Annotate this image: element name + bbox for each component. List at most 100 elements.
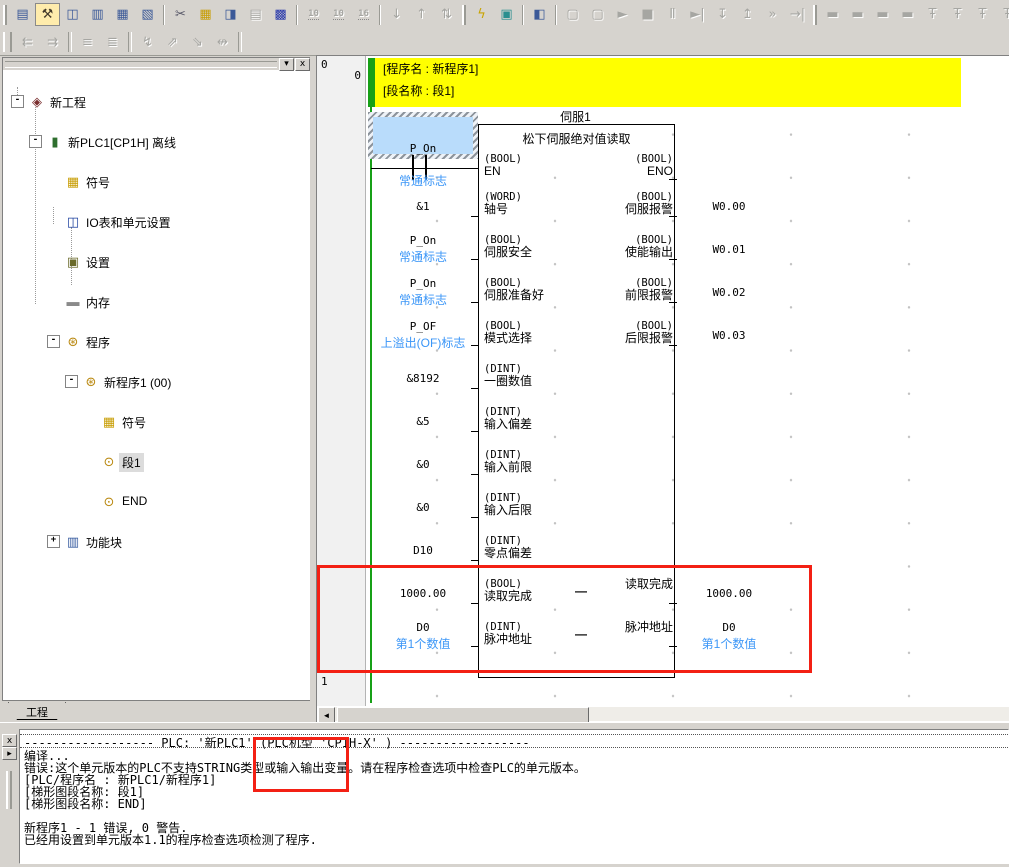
output-operand[interactable]: W0.03 bbox=[712, 329, 745, 342]
monitor-decimal-button[interactable]: 10 bbox=[301, 3, 326, 26]
symbol-table-button[interactable]: ▦ bbox=[193, 3, 218, 26]
online-edit-button[interactable]: ▣ bbox=[494, 3, 519, 26]
differentiate-button[interactable]: ↮ bbox=[210, 31, 235, 54]
tab-project[interactable]: 工程 bbox=[8, 702, 66, 720]
scan-run-button[interactable]: →| bbox=[785, 3, 810, 26]
input-operand[interactable]: 1000.00 bbox=[400, 587, 446, 600]
input-operand[interactable]: &1 bbox=[416, 200, 429, 213]
ladder-horizontal-scrollbar[interactable]: ◄ bbox=[318, 707, 1009, 721]
force-on-button[interactable]: ↯ bbox=[135, 31, 160, 54]
cross-reference-button[interactable]: ▥ bbox=[85, 3, 110, 26]
compile-button[interactable]: ⚒ bbox=[35, 3, 60, 26]
rung-list-button[interactable]: ≡ bbox=[75, 31, 100, 54]
fb-row[interactable]: &0 (DINT)输入后限 bbox=[369, 485, 779, 529]
edit-comment-button[interactable]: ▬ bbox=[895, 3, 920, 26]
output-next-button[interactable]: ▸ bbox=[2, 747, 17, 760]
panel-close-button[interactable]: x bbox=[295, 58, 310, 71]
dock-handle[interactable] bbox=[5, 61, 277, 68]
expander-icon[interactable]: - bbox=[11, 95, 24, 108]
new-contact-or-button[interactable]: Ŧ bbox=[945, 3, 970, 26]
fb-row[interactable]: &8192 (DINT)一圈数值 bbox=[369, 356, 779, 400]
watch-list-button[interactable]: ≣ bbox=[100, 31, 125, 54]
toolbar-grip[interactable] bbox=[462, 5, 466, 25]
fb-row[interactable]: &0 (DINT)输入前限 bbox=[369, 442, 779, 486]
fb-row[interactable]: &5 (DINT)输入偏差 bbox=[369, 399, 779, 443]
diagram-button[interactable]: ✂ bbox=[168, 3, 193, 26]
watch-window-button[interactable]: ◫ bbox=[60, 3, 85, 26]
toolbar-grip[interactable] bbox=[3, 32, 12, 52]
monitor-window-button[interactable]: ◧ bbox=[527, 3, 552, 26]
output-operand[interactable]: W0.00 bbox=[712, 200, 745, 213]
scrollbar-thumb[interactable] bbox=[337, 707, 589, 723]
project-workspace-button[interactable]: ▤ bbox=[10, 3, 35, 26]
fb-row[interactable]: P_On常通标志 (BOOL)伺服准备好 (BOOL)前限报警 W0.02 bbox=[369, 270, 779, 314]
expander-icon[interactable]: - bbox=[29, 135, 42, 148]
transfer-to-plc-button[interactable]: ↓ bbox=[384, 3, 409, 26]
indent-button[interactable]: ⇉ bbox=[40, 31, 65, 54]
fb-row[interactable]: &1 (WORD)轴号 (BOOL)伺服报警 W0.00 bbox=[369, 184, 779, 228]
toolbar-grip[interactable] bbox=[813, 5, 817, 25]
resume-monitoring-button[interactable]: ▢ bbox=[585, 3, 610, 26]
io-comment-button[interactable]: ▬ bbox=[820, 3, 845, 26]
input-operand[interactable]: P_OF bbox=[410, 320, 437, 333]
fb-instance-name[interactable]: 伺服1 bbox=[478, 108, 673, 125]
ladder-editor[interactable]: 0 0 1 [程序名 : 新程序1] [段名称 : 段1] 伺服1 松下伺服绝对… bbox=[316, 55, 1009, 724]
input-operand[interactable]: &8192 bbox=[406, 372, 439, 385]
fb-row[interactable]: P_OF上溢出(OF)标志 (BOOL)模式选择 (BOOL)后限报警 W0.0… bbox=[369, 313, 779, 357]
rung-comment-banner[interactable]: [程序名 : 新程序1] [段名称 : 段1] bbox=[375, 58, 961, 107]
mnemonic-view-button[interactable]: ▤ bbox=[243, 3, 268, 26]
panel-collapse-button[interactable]: ▾ bbox=[279, 58, 294, 71]
output-operand[interactable]: 1000.00 bbox=[706, 587, 752, 600]
contact-operand[interactable]: P_On bbox=[369, 142, 477, 155]
compile-output-text[interactable]: ------------------ PLC: '新PLC1' (PLC机型 '… bbox=[19, 729, 1009, 864]
mnemonic-editor-button[interactable]: ▩ bbox=[268, 3, 293, 26]
output-operand[interactable]: W0.01 bbox=[712, 243, 745, 256]
force-cancel-button[interactable]: ⇘ bbox=[185, 31, 210, 54]
fb-row-inout[interactable]: 1000.00 (BOOL)读取完成 — 读取完成 1000.00 bbox=[369, 571, 779, 615]
rung-comment-button[interactable]: ▬ bbox=[845, 3, 870, 26]
new-horizontal-button[interactable]: Ŧ bbox=[995, 3, 1009, 26]
step-run-button[interactable]: ►| bbox=[685, 3, 710, 26]
step-out-button[interactable]: ↥ bbox=[735, 3, 760, 26]
force-off-button[interactable]: ⇗ bbox=[160, 31, 185, 54]
pause-monitoring-button[interactable]: ▢ bbox=[560, 3, 585, 26]
continuous-step-button[interactable]: » bbox=[760, 3, 785, 26]
input-operand[interactable]: P_On bbox=[410, 277, 437, 290]
expander-icon[interactable]: - bbox=[47, 335, 60, 348]
run-button[interactable]: ► bbox=[610, 3, 635, 26]
expander-icon[interactable]: + bbox=[47, 535, 60, 548]
attached-comment-button[interactable]: ▬ bbox=[870, 3, 895, 26]
step-in-button[interactable]: ↧ bbox=[710, 3, 735, 26]
new-contact-button[interactable]: Ŧ bbox=[920, 3, 945, 26]
input-operand[interactable]: &0 bbox=[416, 501, 429, 514]
fb-row[interactable]: D10 (DINT)零点偏差 bbox=[369, 528, 779, 572]
expander-icon[interactable]: - bbox=[65, 375, 78, 388]
output-window-button[interactable]: ▦ bbox=[110, 3, 135, 26]
section-list-button[interactable]: ◨ bbox=[218, 3, 243, 26]
output-operand[interactable]: D0 bbox=[722, 621, 735, 634]
input-operand[interactable]: P_On bbox=[410, 234, 437, 247]
monitor-hex-button[interactable]: 16 bbox=[351, 3, 376, 26]
fb-row-inout[interactable]: D0第1个数值 (DINT)脉冲地址 — 脉冲地址 D0第1个数值 bbox=[369, 614, 779, 658]
transfer-from-plc-button[interactable]: ↑ bbox=[409, 3, 434, 26]
panel-titlebar[interactable]: ▾ x bbox=[3, 58, 311, 70]
work-online-button[interactable]: ϟ bbox=[469, 3, 494, 26]
dock-grip[interactable] bbox=[6, 771, 12, 809]
compare-with-plc-button[interactable]: ⇅ bbox=[434, 3, 459, 26]
monitor-signed-decimal-button[interactable]: 10 bbox=[326, 3, 351, 26]
toolbar-grip[interactable] bbox=[3, 5, 7, 25]
output-close-button[interactable]: x bbox=[2, 734, 17, 747]
input-operand[interactable]: &0 bbox=[416, 458, 429, 471]
input-operand[interactable]: D10 bbox=[413, 544, 433, 557]
pause-button[interactable]: Ⅱ bbox=[660, 3, 685, 26]
properties-button[interactable]: ▧ bbox=[135, 3, 160, 26]
fb-row[interactable]: P_On常通标志 (BOOL)伺服安全 (BOOL)使能输出 W0.01 bbox=[369, 227, 779, 271]
outdent-button[interactable]: ⇇ bbox=[15, 31, 40, 54]
new-vertical-button[interactable]: Ŧ bbox=[970, 3, 995, 26]
input-operand[interactable]: D0 bbox=[416, 621, 429, 634]
scroll-left-button[interactable]: ◄ bbox=[318, 707, 335, 723]
output-operand[interactable]: W0.02 bbox=[712, 286, 745, 299]
stop-button[interactable]: ■ bbox=[635, 3, 660, 26]
input-operand[interactable]: &5 bbox=[416, 415, 429, 428]
fb-row-en[interactable]: P_On 常通标志 (BOOL)EN (BOOL)ENO bbox=[369, 141, 779, 185]
